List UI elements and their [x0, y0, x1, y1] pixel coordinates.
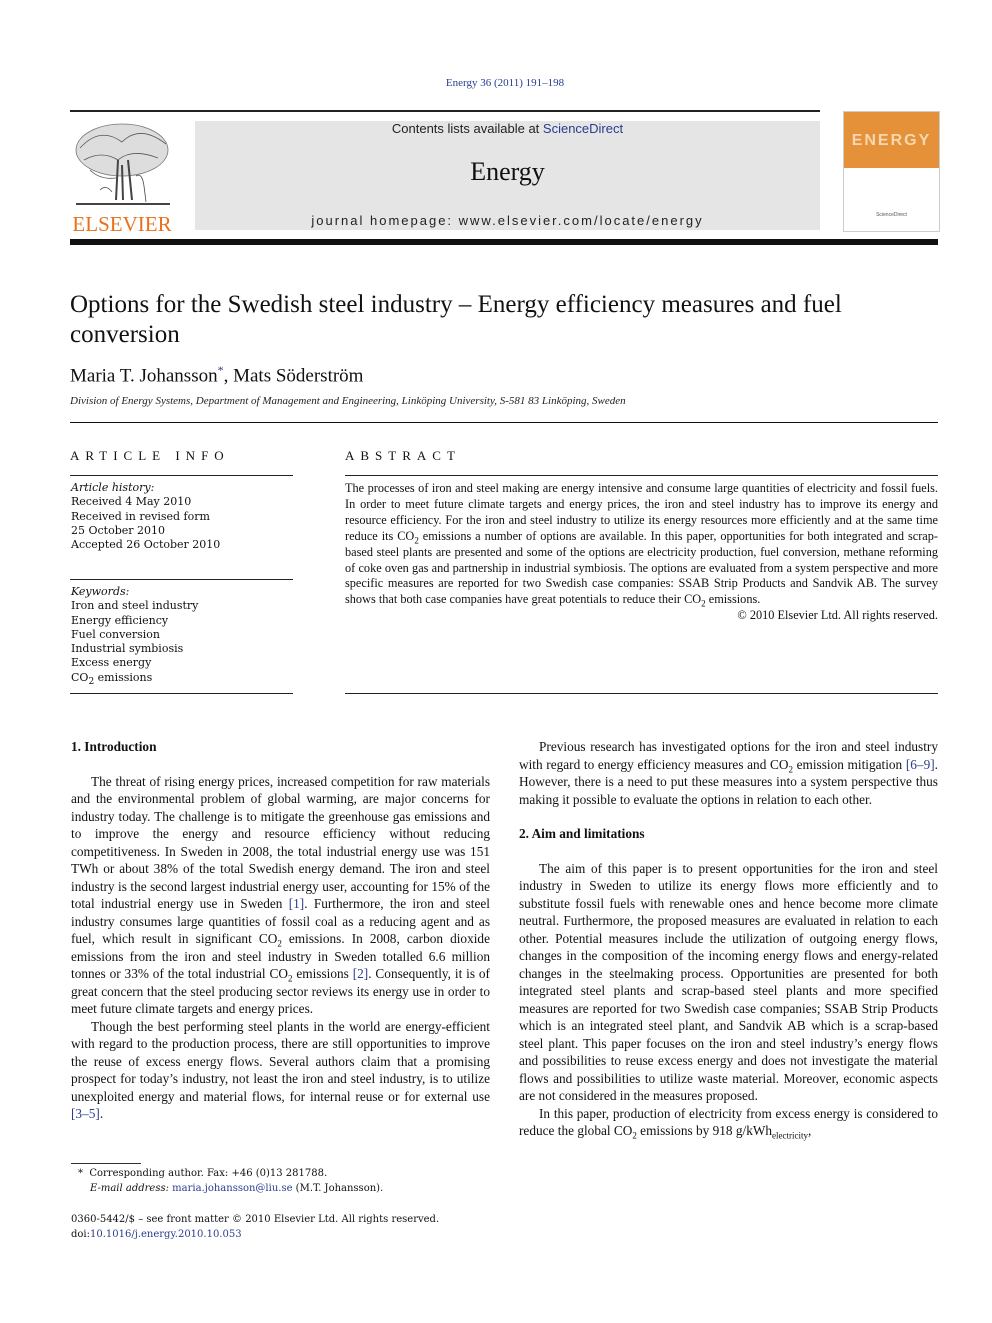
- keyword-item: Iron and steel industry: [71, 599, 199, 613]
- article-title: Options for the Swedish steel industry –…: [70, 291, 842, 348]
- article-history: Article history: Received 4 May 2010 Rec…: [71, 481, 220, 552]
- history-item: Accepted 26 October 2010: [71, 538, 221, 552]
- journal-citation[interactable]: Energy 36 (2011) 191–198: [0, 77, 992, 89]
- section-heading-aim: 2. Aim and limitations: [519, 826, 645, 841]
- issn-line: 0360-5442/$ – see front matter © 2010 El…: [71, 1214, 440, 1225]
- abstract-text: The processes of iron and steel making a…: [345, 481, 938, 624]
- affiliation: Division of Energy Systems, Department o…: [70, 395, 626, 407]
- elsevier-logo-text: ELSEVIER: [72, 212, 172, 236]
- article-info-end-rule: [70, 693, 293, 694]
- email-suffix: (M.T. Johansson).: [292, 1183, 384, 1194]
- contents-prefix: Contents lists available at: [391, 121, 543, 136]
- section-rule: [70, 422, 938, 423]
- cover-sciencedirect-mark: ScienceDirect: [876, 212, 907, 218]
- journal-name: Energy: [470, 157, 545, 186]
- author-name: Mats Söderström: [233, 365, 364, 387]
- abstract-copyright: © 2010 Elsevier Ltd. All rights reserved…: [737, 608, 938, 623]
- header-rule: [70, 110, 820, 112]
- paragraph: Though the best performing steel plants …: [71, 1018, 490, 1123]
- subscript: electricity: [772, 1130, 809, 1141]
- section-heading-introduction: 1. Introduction: [71, 739, 157, 754]
- paragraph: The threat of rising energy prices, incr…: [71, 773, 490, 1018]
- text: The threat of rising energy prices, incr…: [71, 773, 490, 912]
- footnote-mark: *: [78, 1168, 83, 1179]
- text: ,: [808, 1123, 812, 1138]
- issn-block: 0360-5442/$ – see front matter © 2010 El…: [71, 1212, 439, 1242]
- keywords-label: Keywords:: [71, 585, 130, 598]
- abstract-end-rule: [345, 693, 938, 694]
- author-list: Maria T. Johansson*, Mats Söderström: [70, 363, 363, 387]
- abstract-rule: [345, 475, 938, 476]
- text: .: [99, 1106, 104, 1121]
- history-item: Received 4 May 2010: [71, 495, 192, 509]
- abstract-part: emissions a number of options are availa…: [345, 528, 939, 607]
- keywords: Keywords: Iron and steel industry Energy…: [71, 585, 199, 687]
- journal-homepage[interactable]: journal homepage: www.elsevier.com/locat…: [195, 213, 820, 228]
- reference-link[interactable]: [1]: [289, 896, 305, 911]
- email-label: E-mail address:: [90, 1183, 173, 1194]
- cover-title: ENERGY: [851, 132, 932, 149]
- history-item: 25 October 2010: [71, 523, 166, 537]
- body-column-left: 1. Introduction The threat of rising ene…: [71, 738, 490, 1123]
- article-info-heading: ARTICLE INFO: [70, 448, 230, 463]
- reference-link[interactable]: [2]: [353, 966, 369, 981]
- keyword-item: Energy efficiency: [71, 613, 169, 627]
- corresponding-author-note: Corresponding author. Fax: +46 (0)13 281…: [89, 1168, 328, 1179]
- abstract-heading: ABSTRACT: [345, 448, 461, 463]
- doi-link[interactable]: 10.1016/j.energy.2010.10.053: [90, 1229, 242, 1240]
- keyword-item: Fuel conversion: [71, 627, 160, 641]
- text: emissions: [292, 966, 353, 981]
- text: emissions by 918 g/kWh: [636, 1123, 773, 1138]
- paragraph: Previous research has investigated optio…: [519, 738, 938, 808]
- abstract-part: emissions.: [705, 592, 761, 607]
- paragraph: In this paper, production of electricity…: [519, 1105, 938, 1141]
- footnote: * Corresponding author. Fax: +46 (0)13 2…: [78, 1166, 383, 1196]
- history-label: Article history:: [71, 481, 155, 494]
- keyword-item: Industrial symbiosis: [71, 642, 184, 656]
- article-info-rule: [70, 475, 293, 476]
- reference-link[interactable]: [6–9]: [906, 757, 935, 772]
- journal-cover-thumbnail[interactable]: ENERGY ScienceDirect: [843, 111, 940, 232]
- paragraph: The aim of this paper is to present oppo…: [519, 860, 938, 1104]
- header-thick-rule: [70, 239, 938, 245]
- doi-label: doi:: [71, 1229, 90, 1240]
- keyword-item: CO2 emissions: [71, 670, 153, 687]
- history-item: Received in revised form: [71, 509, 210, 523]
- keywords-rule: [70, 579, 293, 580]
- subscript: 2: [88, 676, 95, 687]
- keyword-item: Excess energy: [71, 656, 152, 670]
- text: Though the best performing steel plants …: [71, 1018, 490, 1104]
- email-link[interactable]: maria.johansson@liu.se: [172, 1183, 292, 1194]
- author-separator: ,: [223, 365, 234, 387]
- text: emission mitigation: [792, 756, 906, 772]
- sciencedirect-link[interactable]: ScienceDirect: [543, 121, 623, 136]
- contents-line: Contents lists available at ScienceDirec…: [195, 121, 820, 136]
- body-column-right: Previous research has investigated optio…: [519, 738, 938, 1140]
- footnote-rule: [71, 1163, 141, 1164]
- author-name: Maria T. Johansson: [70, 365, 218, 387]
- reference-link[interactable]: [3–5]: [71, 1106, 100, 1121]
